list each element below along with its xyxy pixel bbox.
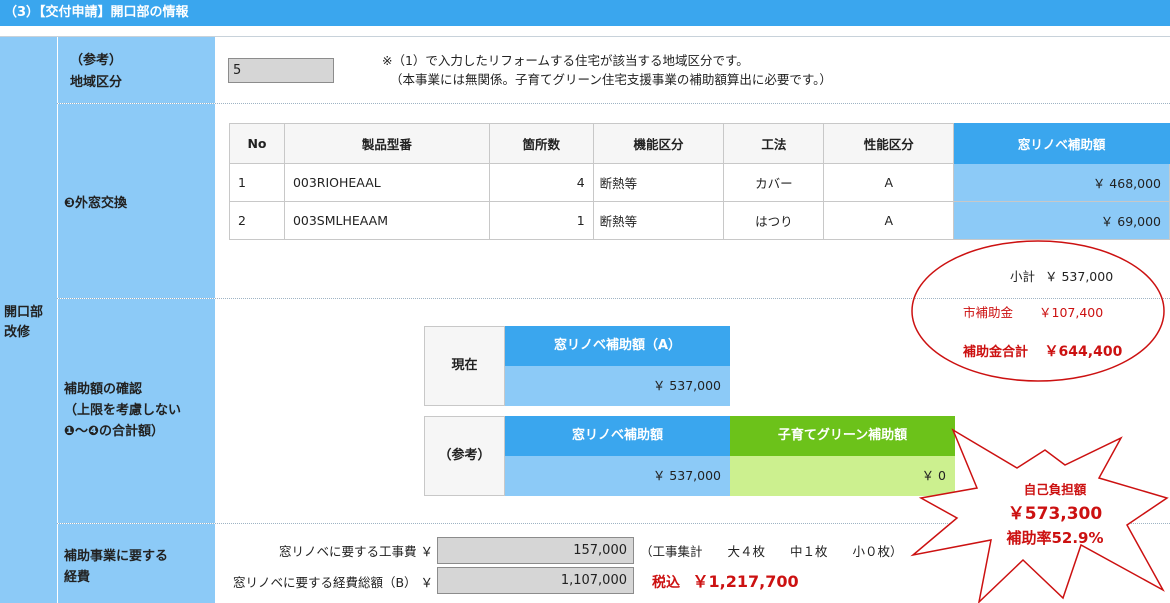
row-function: 断熱等 [592, 163, 725, 202]
row-model: 003RIOHEAAL [283, 163, 490, 202]
region-note-line2: （本事業には無関係。子育てグリーン住宅支援事業の補助額算出に必要です。） [390, 72, 832, 87]
confirm-label-line2: （上限を考慮しない [64, 403, 182, 418]
col-function: 機能区分 [592, 123, 725, 164]
col-method: 工法 [723, 123, 825, 164]
table-row: 2 003SMLHEAAM 1 断熱等 はつり A ￥ 69,000 [229, 201, 1170, 240]
confirm-label-line3: ❶～❹の合計額） [64, 424, 165, 439]
row-amount: ￥ 468,000 [953, 163, 1170, 202]
burst-line2: ￥573,300 [1007, 504, 1103, 524]
row-no: 2 [229, 201, 285, 240]
work-cost-note: （工事集計 大４枚 中１枚 小０枚） [640, 544, 903, 559]
burst-line1: 自己負担額 [1023, 482, 1087, 497]
row-count: 4 [488, 163, 594, 202]
row-method: はつり [723, 201, 825, 240]
row-count: 1 [488, 201, 594, 240]
burst-line3: 補助率52.9% [1006, 529, 1104, 547]
table-header-row: No 製品型番 箇所数 機能区分 工法 性能区分 窓リノベ補助額 [229, 123, 1170, 164]
tax-included: 税込 ￥1,217,700 [652, 568, 799, 592]
work-cost-input[interactable]: 157,000 [437, 537, 634, 564]
subsidy-total-label: 補助金合計 [963, 345, 1029, 360]
region-label-line2: 地域区分 [70, 75, 123, 90]
confirm-label: 補助額の確認 （上限を考慮しない ❶～❹の合計額） [64, 379, 181, 442]
cost-label-line2: 経費 [64, 570, 91, 585]
row-method: カバー [723, 163, 825, 202]
row-function: 断熱等 [592, 201, 725, 240]
col-count: 箇所数 [488, 123, 594, 164]
burst-text: 自己負担額 ￥573,300 補助率52.9% [995, 478, 1115, 550]
col-no: No [229, 123, 285, 164]
region-label: （参考） 地域区分 [70, 50, 122, 94]
row-model: 003SMLHEAAM [283, 201, 490, 240]
col-performance: 性能区分 [823, 123, 955, 164]
side-label-line1: 開口部 [4, 305, 44, 320]
subsidy-total: 補助金合計 ￥644,400 [963, 341, 1122, 361]
region-input[interactable]: 5 [228, 58, 334, 83]
cost-label: 補助事業に要する 経費 [64, 546, 168, 588]
table-top-border [0, 36, 1170, 37]
city-subsidy-label: 市補助金 [963, 305, 1014, 320]
reference-header-reno: 窓リノベ補助額 [505, 416, 730, 456]
region-note: ※（1）で入力したリフォームする住宅が該当する地域区分です。 （本事業には無関係… [382, 51, 832, 89]
row-amount: ￥ 69,000 [953, 201, 1170, 240]
work-cost-label: 窓リノベに要する工事費 ￥ [279, 544, 433, 559]
col-model: 製品型番 [283, 123, 490, 164]
region-note-line1: ※（1）で入力したリフォームする住宅が該当する地域区分です。 [382, 53, 749, 68]
tax-value: ￥1,217,700 [692, 572, 799, 591]
confirm-label-line1: 補助額の確認 [64, 382, 143, 397]
side-label-line2: 改修 [4, 325, 31, 340]
tax-label: 税込 [652, 575, 680, 591]
current-value: ￥ 537,000 [505, 366, 730, 406]
region-label-line1: （参考） [70, 53, 123, 68]
city-subsidy-value: ￥107,400 [1039, 305, 1104, 320]
table-row: 1 003RIOHEAAL 4 断熱等 カバー A ￥ 468,000 [229, 163, 1170, 202]
current-header: 窓リノベ補助額（A） [505, 326, 730, 366]
row-no: 1 [229, 163, 285, 202]
row-divider [57, 103, 1170, 104]
reference-value-reno: ￥ 537,000 [505, 456, 730, 496]
current-label: 現在 [424, 326, 505, 406]
cost-label-line1: 補助事業に要する [64, 549, 169, 564]
section-header: （3）【交付申請】開口部の情報 [0, 0, 1170, 26]
total-cost-label: 窓リノベに要する経費総額（B） ￥ [232, 575, 433, 590]
side-label: 開口部 改修 [4, 303, 43, 343]
total-cost-input[interactable]: 1,107,000 [437, 567, 634, 594]
row-performance: A [823, 201, 955, 240]
city-subsidy: 市補助金 ￥107,400 [963, 302, 1103, 321]
subsidy-total-value: ￥644,400 [1044, 344, 1123, 360]
windows-label: ❸外窓交換 [64, 196, 128, 211]
row-performance: A [823, 163, 955, 202]
reference-label: （参考） [424, 416, 505, 496]
windows-table: No 製品型番 箇所数 機能区分 工法 性能区分 窓リノベ補助額 1 003RI… [229, 123, 1170, 240]
col-amount: 窓リノベ補助額 [953, 123, 1170, 164]
